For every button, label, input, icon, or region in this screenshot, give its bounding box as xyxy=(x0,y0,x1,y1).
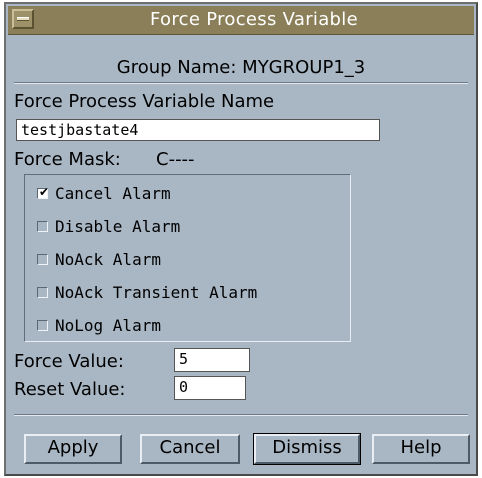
pv-name-label: Force Process Variable Name xyxy=(14,91,275,112)
checkbox-label: Disable Alarm xyxy=(55,217,181,236)
force-mask-label: Force Mask: xyxy=(14,149,121,170)
cancel-button[interactable]: Cancel xyxy=(140,434,240,464)
checkbox-label: Cancel Alarm xyxy=(55,184,171,203)
force-process-variable-dialog: Force Process Variable Group Name: MYGRO… xyxy=(4,2,478,476)
window-title: Force Process Variable xyxy=(150,9,358,30)
force-value-label: Force Value: xyxy=(14,351,124,372)
checkbox[interactable]: ✔ xyxy=(37,185,50,199)
alarm-options-group: ✔ Cancel Alarm Disable Alarm NoAck Alarm… xyxy=(24,174,351,342)
force-mask-value: C---- xyxy=(156,149,195,170)
apply-button[interactable]: Apply xyxy=(24,434,122,464)
checkbox-label: NoAck Transient Alarm xyxy=(55,283,258,302)
separator xyxy=(14,82,468,84)
window-menu-icon[interactable] xyxy=(12,9,34,29)
checkbox-label: NoAck Alarm xyxy=(55,250,161,269)
checkbox[interactable] xyxy=(37,287,48,298)
reset-value-label: Reset Value: xyxy=(14,379,126,400)
reset-value-input[interactable]: 0 xyxy=(174,376,246,400)
window-menu-bar xyxy=(17,17,29,21)
checkbox[interactable] xyxy=(37,254,48,265)
title-bar[interactable]: Force Process Variable xyxy=(8,6,474,35)
checkmark-icon: ✔ xyxy=(39,185,50,199)
pv-name-input[interactable]: testjbastate4 xyxy=(16,119,380,141)
checkbox[interactable] xyxy=(37,221,48,232)
separator xyxy=(14,414,468,416)
group-name: Group Name: MYGROUP1_3 xyxy=(116,57,366,78)
checkbox-label: NoLog Alarm xyxy=(55,316,161,335)
checkbox[interactable] xyxy=(37,320,48,331)
dismiss-button[interactable]: Dismiss xyxy=(253,433,361,465)
force-value-input[interactable]: 5 xyxy=(174,348,250,372)
help-button[interactable]: Help xyxy=(372,434,470,464)
